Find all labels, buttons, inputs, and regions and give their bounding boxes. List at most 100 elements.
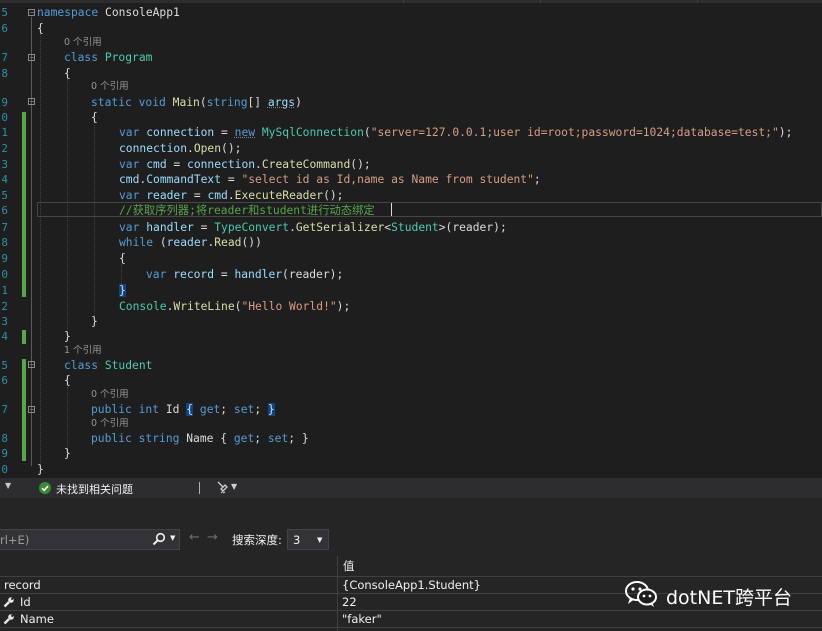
search-icon[interactable] [152, 532, 166, 549]
chevron-down-icon: ▼ [317, 536, 323, 544]
code-line[interactable]: var record = handler(reader); [146, 267, 343, 282]
punctuation: (); [323, 189, 344, 202]
matched-brace: } [119, 284, 126, 297]
codelens-references[interactable]: 0 个引用 [91, 81, 129, 93]
operator: = [187, 189, 208, 202]
brace: } [64, 447, 71, 460]
code-line[interactable]: cmd.CommandText = "select id as Id,name … [119, 172, 541, 187]
search-options-dropdown-icon[interactable]: ▼ [170, 534, 175, 542]
editor-status-bar: ▼ 未找到相关问题 ▼ [0, 478, 822, 498]
brace: } [37, 463, 44, 476]
operator: = [214, 268, 235, 281]
code-line[interactable]: class Student [64, 358, 152, 373]
punctuation: . [255, 158, 262, 171]
keyword: set [233, 403, 255, 416]
punctuation: ); [336, 300, 351, 313]
status-divider [199, 482, 200, 494]
punctuation: ; } [288, 432, 309, 445]
issues-status-text[interactable]: 未找到相关问题 [56, 481, 133, 497]
line-number: 5 [1, 189, 8, 202]
line-number: 6 [1, 22, 8, 35]
code-line[interactable]: } [37, 462, 44, 477]
collapse-icon[interactable]: − [28, 98, 36, 106]
keyword: static [91, 96, 132, 109]
keyword: string [206, 96, 248, 109]
code-line[interactable]: namespace ConsoleApp1 [37, 5, 180, 20]
keyword: get [233, 432, 255, 445]
keyword: var [146, 268, 167, 281]
code-line[interactable]: while (reader.Read()) [119, 235, 262, 250]
code-line[interactable]: { [91, 110, 98, 125]
line-number: 8 [1, 432, 8, 445]
variable-name: connection [187, 158, 256, 171]
keyword: string [138, 432, 180, 445]
codelens-references[interactable]: 0 个引用 [64, 37, 102, 49]
code-line[interactable]: var cmd = connection.CreateCommand(); [119, 157, 371, 172]
variable-name: cmd [119, 173, 140, 186]
code-line[interactable]: { [64, 66, 71, 81]
search-forward-icon[interactable]: → [207, 530, 218, 545]
collapse-icon[interactable]: − [28, 9, 36, 17]
codelens-references[interactable]: 0 个引用 [91, 418, 129, 430]
code-line[interactable]: var handler = TypeConvert.GetSerializer<… [119, 220, 507, 235]
line-number: 6 [1, 204, 8, 217]
line-number: 0 [1, 463, 8, 476]
arguments: (reader); [282, 268, 344, 281]
code-line[interactable]: } [91, 314, 98, 329]
code-line[interactable]: { [37, 21, 44, 36]
code-line[interactable]: var reader = cmd.ExecuteReader(); [119, 188, 343, 203]
code-line[interactable]: { [119, 251, 126, 266]
variable-name: Name [20, 612, 54, 626]
change-marker [22, 330, 26, 344]
search-depth-label: 搜索深度: [232, 533, 282, 547]
string-literal: "select id as Id,name as Name from stude… [241, 173, 534, 186]
brush-icon[interactable] [216, 480, 228, 497]
line-number: 9 [1, 96, 8, 109]
chevron-down-icon[interactable]: ▼ [231, 482, 237, 491]
codelens-references[interactable]: 0 个引用 [91, 389, 129, 401]
collapse-icon[interactable]: − [28, 54, 36, 62]
search-placeholder: rl+E) [0, 533, 30, 547]
search-back-icon[interactable]: ← [189, 530, 200, 545]
code-line[interactable]: class Program [64, 50, 152, 65]
collapse-icon[interactable]: − [28, 361, 36, 369]
code-editor[interactable]: 5 6 7 8 9 0 1 2 3 4 5 6 7 8 9 0 1 2 3 4 … [0, 0, 822, 478]
zoom-dropdown-icon[interactable]: ▼ [5, 481, 11, 490]
method-name: WriteLine [173, 300, 235, 313]
collapse-icon[interactable]: − [28, 406, 36, 414]
keyword: new [234, 126, 256, 139]
code-line[interactable]: } [64, 329, 71, 344]
line-number: 2 [1, 142, 8, 155]
tab-divider [540, 0, 541, 3]
code-line[interactable]: static void Main(string[] args) [91, 95, 302, 110]
code-line[interactable]: { [64, 373, 71, 388]
column-header-value[interactable]: 值 [343, 558, 355, 574]
string-literal: "server=127.0.0.1;user id=root;password=… [370, 126, 779, 139]
line-number: 6 [1, 374, 8, 387]
line-number: 5 [1, 359, 8, 372]
code-line[interactable]: Console.WriteLine("Hello World!"); [119, 299, 350, 314]
operator: = [221, 173, 242, 186]
codelens-references[interactable]: 1 个引用 [64, 345, 102, 357]
code-line[interactable]: //获取序列器;将reader和student进行动态绑定 [119, 203, 375, 218]
line-number: 8 [1, 236, 8, 249]
punctuation: . [227, 189, 235, 202]
code-line[interactable]: public string Name { get; set; } [91, 431, 309, 446]
panel-toolbar-strip [0, 498, 822, 520]
code-line[interactable]: } [119, 283, 126, 298]
search-depth-select[interactable]: 3 ▼ [287, 529, 329, 550]
code-line[interactable]: connection.Open(); [119, 141, 241, 156]
document-tab-strip[interactable] [0, 0, 822, 3]
property-name: Id [165, 403, 180, 416]
keyword: var [119, 126, 140, 139]
locals-panel[interactable]: rl+E) ▼ ← → 搜索深度: 3 ▼ 值 record {ConsoleA… [0, 520, 822, 631]
code-line[interactable]: public int Id { get; set; } [91, 402, 275, 417]
indent-guide [67, 387, 68, 449]
line-number: 4 [1, 330, 8, 343]
check-circle-icon [39, 482, 51, 494]
watermark: dotNET跨平台 [622, 577, 818, 613]
code-line[interactable]: } [64, 446, 71, 461]
variable-value: {ConsoleApp1.Student} [342, 578, 481, 592]
brace: { [64, 67, 71, 80]
code-line[interactable]: var connection = new MySqlConnection("se… [119, 125, 792, 140]
